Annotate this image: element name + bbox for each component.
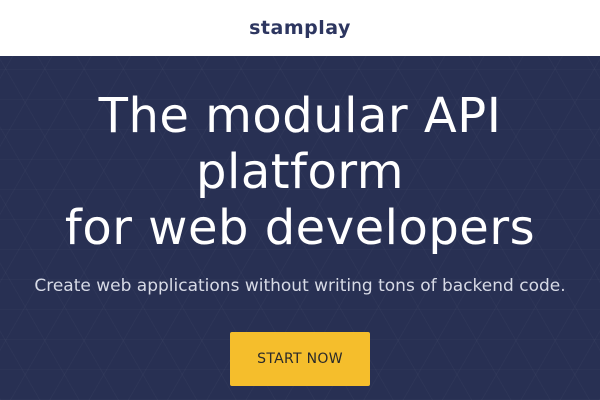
headline-line-2: platform (196, 144, 404, 200)
headline-line-3: for web developers (64, 200, 536, 256)
start-now-button[interactable]: START NOW (230, 332, 370, 386)
hero-section: The modular API platform for web develop… (0, 56, 600, 400)
headline-line-1: The modular API (98, 88, 502, 144)
hero-headline: The modular API platform for web develop… (0, 88, 600, 256)
top-bar: stamplay (0, 0, 600, 56)
hero-subtitle: Create web applications without writing … (34, 276, 566, 296)
logo[interactable]: stamplay (249, 17, 351, 39)
